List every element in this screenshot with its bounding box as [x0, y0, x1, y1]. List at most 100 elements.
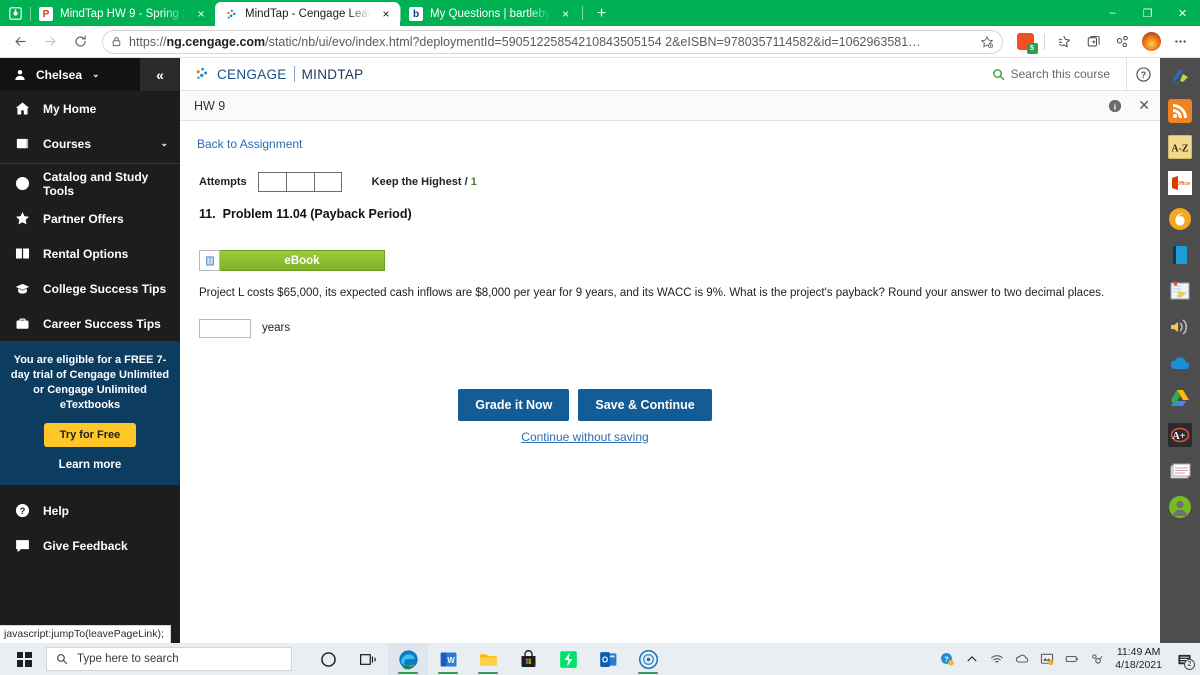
- cortana-icon[interactable]: [308, 643, 348, 675]
- taskbar-search-input[interactable]: Type here to search: [46, 647, 292, 671]
- sidebar-item-career-success-tips[interactable]: Career Success Tips: [0, 306, 180, 341]
- try-for-free-button[interactable]: Try for Free: [43, 423, 137, 448]
- microsoft-outlook-icon[interactable]: O: [588, 643, 628, 675]
- grade-it-now-button[interactable]: Grade it Now: [458, 388, 570, 421]
- attempts-row: Attempts Keep the Highest / 1: [180, 172, 1160, 192]
- onedrive-icon[interactable]: [1009, 643, 1034, 675]
- notepad-pencil-icon[interactable]: [1167, 278, 1193, 304]
- info-icon[interactable]: i: [1108, 99, 1122, 113]
- action-center-icon[interactable]: 2: [1170, 643, 1198, 675]
- onedrive-cloud-icon[interactable]: [1167, 350, 1193, 376]
- header-help-button[interactable]: ?: [1126, 57, 1160, 91]
- extension-badge-icon[interactable]: [1011, 28, 1039, 56]
- search-course-button[interactable]: Search this course: [992, 67, 1126, 81]
- notification-count: 2: [1184, 659, 1195, 670]
- a-z-dictionary-icon[interactable]: A-Z: [1167, 134, 1193, 160]
- media-player-icon[interactable]: [628, 643, 668, 675]
- blue-book-icon[interactable]: [1167, 242, 1193, 268]
- sidebar-item-catalog-and-study-tools[interactable]: Catalog and Study Tools: [0, 166, 180, 201]
- highlighter-pen-icon[interactable]: [1167, 62, 1193, 88]
- ms-office-icon[interactable]: Office: [1167, 170, 1193, 196]
- favorite-star-icon[interactable]: [980, 35, 994, 49]
- file-explorer-icon[interactable]: [468, 643, 508, 675]
- settings-more-icon[interactable]: [1166, 28, 1194, 56]
- rss-feed-icon[interactable]: [1167, 98, 1193, 124]
- browser-tab-1[interactable]: P MindTap HW 9 - Spring 2021 - F ×: [30, 2, 215, 26]
- microsoft-word-icon[interactable]: W: [428, 643, 468, 675]
- browser-tab-2-close-icon[interactable]: ×: [378, 6, 394, 22]
- show-hidden-icons-chevron[interactable]: [959, 643, 984, 675]
- svg-text:O: O: [601, 655, 607, 664]
- feedback-icon: [14, 538, 31, 553]
- shazam-icon[interactable]: [548, 643, 588, 675]
- task-view-icon[interactable]: [348, 643, 388, 675]
- back-to-assignment-link[interactable]: Back to Assignment: [180, 137, 302, 151]
- window-controls: – ❐ ✕: [1095, 0, 1200, 26]
- briefcase-icon: [14, 316, 31, 331]
- sidebar-item-partner-offers[interactable]: Partner Offers: [0, 201, 180, 236]
- ebook-button[interactable]: eBook: [220, 250, 385, 271]
- share-icon[interactable]: [1108, 28, 1136, 56]
- bluetooth-pen-icon[interactable]: [1084, 643, 1109, 675]
- svg-text:A+: A+: [1173, 431, 1186, 442]
- mindtap-header: CENGAGE MINDTAP Search this course ?: [180, 57, 1160, 91]
- microsoft-store-icon[interactable]: [508, 643, 548, 675]
- forward-icon[interactable]: [36, 28, 64, 56]
- save-and-continue-button[interactable]: Save & Continue: [578, 388, 712, 421]
- continue-without-saving-link[interactable]: Continue without saving: [521, 430, 648, 444]
- powerpoint-icon: P: [39, 7, 53, 21]
- taskbar-clock[interactable]: 11:49 AM 4/18/2021: [1109, 646, 1170, 673]
- browser-tab-2[interactable]: MindTap - Cengage Learning ×: [215, 2, 400, 26]
- svg-text:?: ?: [20, 506, 26, 516]
- wifi-icon[interactable]: [984, 643, 1009, 675]
- svg-text:W: W: [447, 656, 455, 665]
- browser-tab-3[interactable]: b My Questions | bartleby ×: [400, 2, 580, 26]
- answer-input[interactable]: [199, 318, 251, 338]
- assignment-actions: Grade it Now Save & Continue Continue wi…: [180, 388, 1160, 444]
- assignment-subheader: HW 9 i ✕: [180, 91, 1160, 121]
- bluebook-six-icon[interactable]: [1167, 206, 1193, 232]
- sidebar-item-help[interactable]: ? Help: [0, 493, 180, 528]
- profile-green-icon[interactable]: [1167, 494, 1193, 520]
- sidebar-item-college-success-tips[interactable]: College Success Tips: [0, 271, 180, 306]
- browser-app-icon: [0, 0, 30, 26]
- battery-icon[interactable]: [1059, 643, 1084, 675]
- attempt-boxes: [257, 172, 342, 192]
- sidebar-item-rental-options-label: Rental Options: [43, 246, 129, 261]
- sidebar-user-menu[interactable]: Chelsea ⌄ «: [0, 58, 180, 91]
- book-icon: [14, 136, 31, 151]
- ebook-book-icon[interactable]: [199, 250, 220, 271]
- maximize-button[interactable]: ❐: [1130, 0, 1165, 26]
- keep-the-highest-label: Keep the Highest / 1: [371, 176, 477, 188]
- sidebar-item-give-feedback[interactable]: Give Feedback: [0, 528, 180, 563]
- windows-start-icon[interactable]: [2, 643, 46, 675]
- new-tab-button[interactable]: +: [589, 2, 615, 26]
- browser-tab-3-close-icon[interactable]: ×: [558, 6, 574, 22]
- help-warning-icon[interactable]: ?!: [934, 643, 959, 675]
- display-settings-icon[interactable]: [1034, 643, 1059, 675]
- google-drive-icon[interactable]: [1167, 386, 1193, 412]
- flashcards-icon[interactable]: [1167, 458, 1193, 484]
- close-window-button[interactable]: ✕: [1165, 0, 1200, 26]
- action-buttons: Grade it Now Save & Continue: [458, 388, 712, 421]
- minimize-button[interactable]: –: [1095, 0, 1130, 26]
- profile-avatar[interactable]: [1137, 28, 1165, 56]
- learn-more-link[interactable]: Learn more: [10, 459, 170, 471]
- read-aloud-icon[interactable]: [1167, 314, 1193, 340]
- brand-mindtap-text: MINDTAP: [301, 66, 364, 82]
- browser-tab-1-close-icon[interactable]: ×: [193, 6, 209, 22]
- collections-icon[interactable]: [1079, 28, 1107, 56]
- a-plus-grade-icon[interactable]: A+: [1167, 422, 1193, 448]
- favorites-list-icon[interactable]: [1050, 28, 1078, 56]
- address-bar[interactable]: https://ng.cengage.com/static/nb/ui/evo/…: [102, 29, 1003, 54]
- sidebar-collapse-button[interactable]: «: [140, 58, 180, 91]
- close-icon[interactable]: ✕: [1138, 97, 1150, 114]
- back-icon[interactable]: [6, 28, 34, 56]
- toolbar-right-actions: [1011, 28, 1194, 56]
- refresh-icon[interactable]: [66, 28, 94, 56]
- sidebar-item-rental-options[interactable]: Rental Options: [0, 236, 180, 271]
- sidebar-item-courses[interactable]: Courses ⌄: [0, 126, 180, 161]
- microsoft-edge-icon[interactable]: [388, 643, 428, 675]
- sidebar-item-my-home[interactable]: My Home: [0, 91, 180, 126]
- ebook-row: eBook: [180, 250, 1160, 271]
